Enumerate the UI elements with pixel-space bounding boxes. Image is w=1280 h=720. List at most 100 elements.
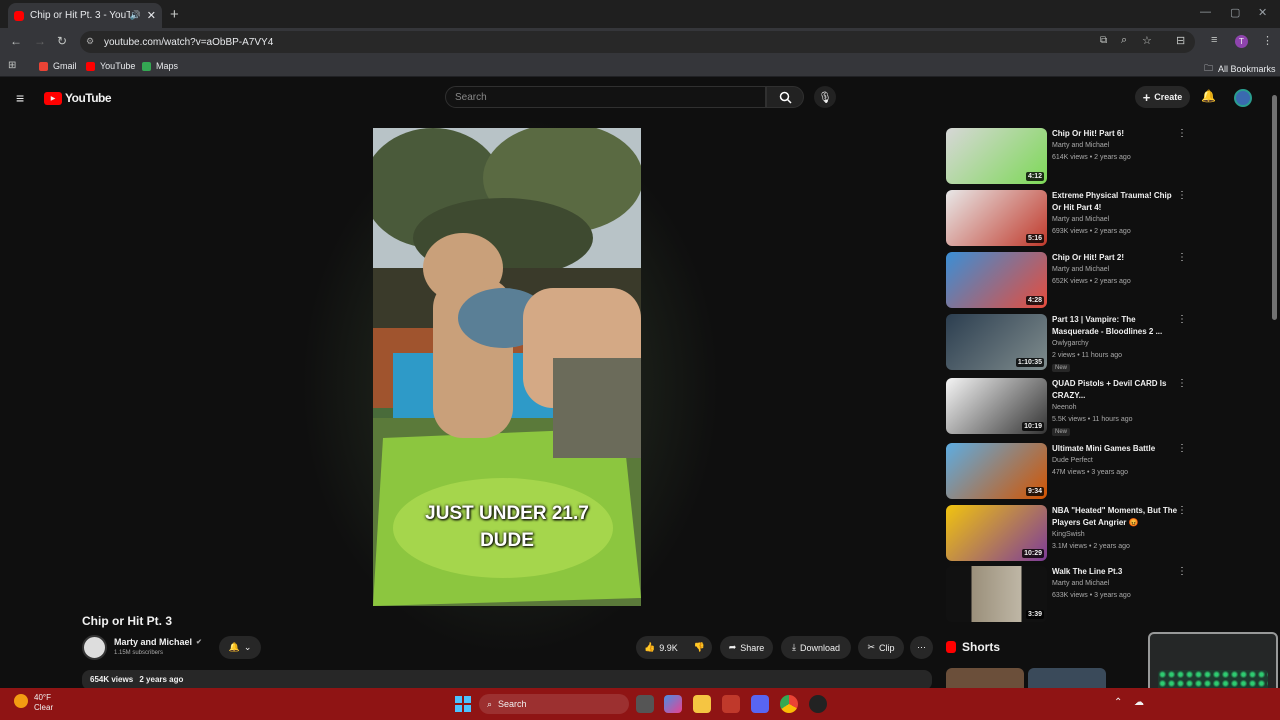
- reload-icon[interactable]: ↻: [57, 34, 67, 48]
- weather-widget[interactable]: 40°F Clear: [34, 693, 53, 713]
- account-avatar[interactable]: [1234, 89, 1252, 107]
- more-options-icon[interactable]: ⋮: [1177, 505, 1187, 516]
- video-player[interactable]: JUST UNDER 21.7 DUDE: [373, 128, 641, 606]
- dislike-icon[interactable]: 👎: [694, 642, 705, 653]
- video-thumbnail[interactable]: 5:16: [946, 190, 1047, 246]
- bookmark-gmail[interactable]: Gmail: [39, 61, 77, 71]
- new-tab-button[interactable]: +: [170, 6, 179, 23]
- description-box[interactable]: 654K views 2 years ago: [82, 670, 932, 690]
- clip-button[interactable]: ✂ Clip: [858, 636, 904, 659]
- channel-name-row[interactable]: Marty and Michael ✔: [114, 637, 202, 647]
- file-explorer-icon[interactable]: [693, 695, 711, 713]
- install-icon[interactable]: ⧉: [1100, 35, 1107, 46]
- video-thumbnail[interactable]: 9:34: [946, 443, 1047, 499]
- video-thumbnail[interactable]: 1:10:35: [946, 314, 1047, 370]
- share-icon: ➦: [728, 642, 737, 652]
- search-input[interactable]: Search: [445, 86, 766, 108]
- recommendation-item[interactable]: 9:34 Ultimate Mini Games Battle Dude Per…: [946, 443, 1187, 503]
- youtube-icon: [86, 61, 95, 71]
- create-button[interactable]: + Create: [1135, 86, 1190, 108]
- more-options-icon[interactable]: ⋮: [1177, 443, 1187, 454]
- video-thumbnail[interactable]: 4:12: [946, 128, 1047, 184]
- scrollbar-thumb[interactable]: [1272, 95, 1277, 320]
- weather-icon[interactable]: [14, 694, 28, 708]
- more-options-icon[interactable]: ⋮: [1177, 128, 1187, 139]
- gmail-icon: [39, 61, 48, 71]
- play-logo-icon: ▶: [44, 91, 62, 105]
- like-count[interactable]: 9.9K: [659, 643, 678, 653]
- search-icon: [779, 91, 792, 104]
- short-thumbnail[interactable]: [946, 668, 1024, 688]
- short-thumbnail[interactable]: [1028, 668, 1106, 688]
- more-actions-button[interactable]: ⋯: [910, 636, 933, 659]
- notifications-bell-icon[interactable]: 🔔: [1201, 89, 1216, 103]
- download-icon: ⤓: [791, 642, 796, 652]
- recommendation-item[interactable]: 1:10:35 Part 13 | Vampire: The Masquerad…: [946, 314, 1187, 374]
- forward-icon[interactable]: →: [34, 34, 46, 48]
- chrome-icon[interactable]: [780, 695, 798, 713]
- maps-icon: [142, 61, 151, 71]
- more-options-icon[interactable]: ⋮: [1177, 378, 1187, 389]
- recommendation-item[interactable]: 4:12 Chip Or Hit! Part 6! Marty and Mich…: [946, 128, 1187, 188]
- video-thumbnail[interactable]: 4:28: [946, 252, 1047, 308]
- audio-icon[interactable]: 🔊: [130, 10, 141, 21]
- folder-icon: 🗀: [1204, 63, 1214, 73]
- extensions-icon[interactable]: ⊟: [1176, 34, 1185, 47]
- site-info-icon[interactable]: ⚙: [86, 36, 94, 47]
- recommendation-item[interactable]: 10:19 QUAD Pistols + Devil CARD Is CRAZY…: [946, 378, 1187, 438]
- recommendation-item[interactable]: 10:29 NBA "Heated" Moments, But The Play…: [946, 505, 1187, 565]
- channel-avatar[interactable]: [82, 635, 107, 660]
- search-button[interactable]: [766, 86, 804, 108]
- youtube-favicon-icon: [14, 10, 24, 21]
- tab-close-icon[interactable]: ✕: [147, 9, 156, 22]
- scissors-icon: ✂: [867, 642, 876, 652]
- youtube-logo[interactable]: ▶ YouTube: [44, 91, 112, 105]
- recommendation-item[interactable]: 3:39 Walk The Line Pt.3 Marty and Michae…: [946, 566, 1187, 626]
- zoom-icon[interactable]: ⌕: [1121, 34, 1127, 47]
- bookmark-star-icon[interactable]: ☆: [1142, 34, 1152, 47]
- all-bookmarks[interactable]: 🗀 All Bookmarks: [1204, 61, 1276, 77]
- channel-name: Marty and Michael: [114, 637, 193, 647]
- share-button[interactable]: ➦ Share: [720, 636, 773, 659]
- task-view-icon[interactable]: [636, 695, 654, 713]
- profile-avatar[interactable]: T: [1235, 35, 1248, 48]
- steam-icon[interactable]: [809, 695, 827, 713]
- more-options-icon[interactable]: ⋮: [1177, 314, 1187, 325]
- more-options-icon[interactable]: ⋮: [1177, 190, 1187, 201]
- close-window-button[interactable]: ✕: [1258, 6, 1267, 19]
- windows-start-icon[interactable]: [455, 696, 471, 712]
- new-badge: New: [1052, 428, 1071, 436]
- recommendation-item[interactable]: 4:28 Chip Or Hit! Part 2! Marty and Mich…: [946, 252, 1187, 312]
- more-options-icon[interactable]: ⋮: [1177, 252, 1187, 263]
- taskbar-search[interactable]: ⌕ Search: [479, 694, 629, 714]
- subscribed-button[interactable]: 🔔 ⌄: [219, 636, 261, 659]
- bookmark-maps[interactable]: Maps: [142, 61, 178, 71]
- download-button[interactable]: ⤓ Download: [781, 636, 851, 659]
- maximize-button[interactable]: ▢: [1230, 6, 1240, 19]
- url-field[interactable]: youtube.com/watch?v=aObBP-A7VY4: [80, 31, 1195, 53]
- like-icon[interactable]: 👍: [644, 642, 655, 653]
- video-thumbnail[interactable]: 10:19: [946, 378, 1047, 434]
- discord-icon[interactable]: [751, 695, 769, 713]
- maps-pin-icon[interactable]: [722, 695, 740, 713]
- apps-grid-icon[interactable]: ⊞: [8, 60, 16, 71]
- video-thumbnail[interactable]: 3:39: [946, 566, 1047, 622]
- new-badge: New: [1052, 364, 1071, 372]
- microphone-icon: 🎙: [818, 91, 832, 104]
- video-thumbnail[interactable]: 10:29: [946, 505, 1047, 561]
- onedrive-icon[interactable]: ☁: [1134, 697, 1144, 708]
- copilot-icon[interactable]: [664, 695, 682, 713]
- tray-chevron-icon[interactable]: ⌃: [1114, 697, 1122, 708]
- verified-icon: ✔: [196, 639, 202, 646]
- tab-active[interactable]: Chip or Hit Pt. 3 - YouTube 🔊 ✕: [8, 3, 162, 28]
- more-options-icon[interactable]: ⋮: [1177, 566, 1187, 577]
- shorts-header: Shorts: [946, 640, 1000, 654]
- back-icon[interactable]: ←: [10, 34, 22, 48]
- bookmark-youtube[interactable]: YouTube: [86, 61, 135, 71]
- menu-kebab-icon[interactable]: ⋮: [1262, 34, 1273, 47]
- hamburger-menu-icon[interactable]: ≡: [16, 90, 24, 106]
- media-icon[interactable]: ≡: [1211, 34, 1217, 46]
- minimize-button[interactable]: —: [1200, 6, 1211, 18]
- voice-search-button[interactable]: 🎙: [814, 86, 836, 108]
- recommendation-item[interactable]: 5:16 Extreme Physical Trauma! Chip Or Hi…: [946, 190, 1187, 250]
